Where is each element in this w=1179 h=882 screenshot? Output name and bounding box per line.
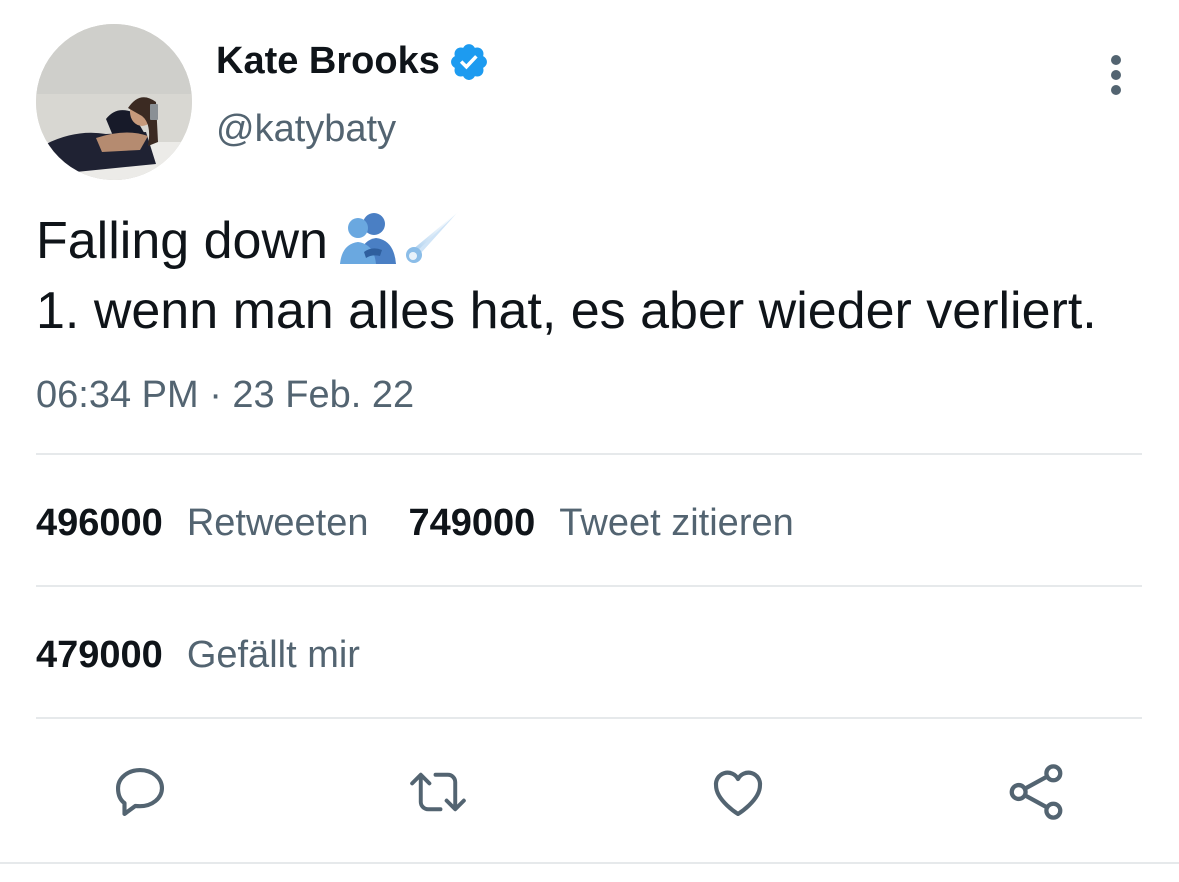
stats-row-likes: 479000 Gefällt mir: [36, 634, 360, 677]
divider: [36, 585, 1142, 587]
likes-count: 479000: [36, 634, 163, 676]
quotes-count: 749000: [408, 502, 536, 544]
tweet-line-1: Falling down: [36, 206, 1146, 280]
stats-row-retweets: 496000 Retweeten 749000 Tweet zitieren: [36, 502, 794, 545]
retweets-count: 496000: [36, 502, 163, 544]
divider: [36, 717, 1142, 719]
quotes-stat[interactable]: 749000 Tweet zitieren: [408, 502, 793, 545]
divider: [36, 453, 1142, 455]
handle[interactable]: @katybaty: [216, 108, 396, 151]
quotes-label: Tweet zitieren: [559, 502, 794, 544]
like-icon[interactable]: [706, 760, 770, 824]
likes-stat[interactable]: 479000 Gefällt mir: [36, 634, 360, 677]
avatar[interactable]: [36, 24, 192, 180]
retweets-label: Retweeten: [186, 502, 369, 544]
tweet-timestamp[interactable]: 06:34 PM · 23 Feb. 22: [36, 374, 414, 417]
retweet-icon[interactable]: [406, 760, 470, 824]
verified-badge-icon: [448, 41, 490, 83]
reply-icon[interactable]: [108, 760, 172, 824]
likes-label: Gefällt mir: [186, 634, 360, 676]
bottom-divider: [0, 862, 1179, 864]
more-options-icon[interactable]: [1096, 50, 1136, 100]
tweet-text: Falling down 1. wenn man alles hat, es a…: [36, 206, 1146, 342]
display-name[interactable]: Kate Brooks: [216, 40, 490, 83]
tweet-line-2: 1. wenn man alles hat, es aber wieder ve…: [36, 282, 1097, 340]
comet-emoji-icon: [402, 206, 462, 280]
retweets-stat[interactable]: 496000 Retweeten: [36, 502, 368, 545]
tweet-line-1-text: Falling down: [36, 212, 328, 270]
share-icon[interactable]: [1004, 760, 1068, 824]
display-name-text[interactable]: Kate Brooks: [216, 40, 440, 83]
people-hugging-emoji-icon: [338, 206, 398, 280]
